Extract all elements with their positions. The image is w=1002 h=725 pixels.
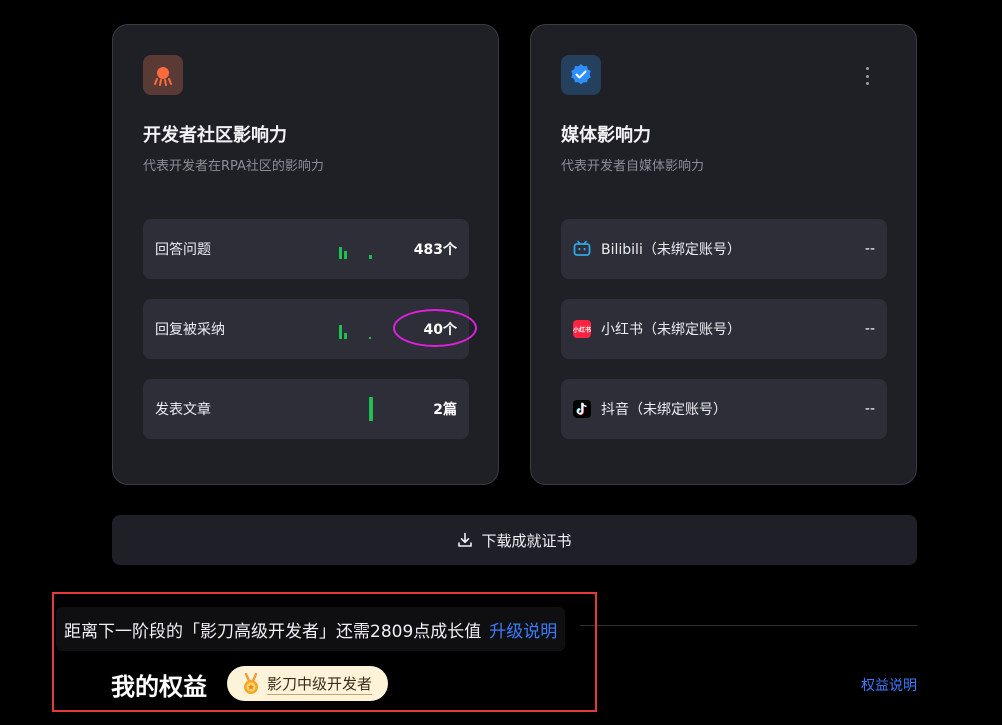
stat-row-accepted: 回复被采纳 40个 <box>143 299 477 359</box>
medal-icon <box>143 55 183 95</box>
media-label: 抖音（未绑定账号） <box>601 402 727 418</box>
media-label: 小红书（未绑定账号） <box>601 322 741 338</box>
card-title: 媒体影响力 <box>561 125 651 146</box>
download-icon <box>458 532 473 547</box>
more-options-icon[interactable] <box>862 67 872 85</box>
stat-value: 2篇 <box>433 402 457 418</box>
douyin-icon <box>573 400 591 418</box>
growth-notice: 距离下一阶段的「影刀高级开发者」还需2809点成长值 升级说明 <box>56 607 566 651</box>
upgrade-info-link[interactable]: 升级说明 <box>489 617 557 642</box>
media-value: -- <box>864 401 875 417</box>
stat-value: 483个 <box>413 242 457 258</box>
stat-row-answers: 回答问题 483个 <box>143 219 469 279</box>
rights-info-link[interactable]: 权益说明 <box>861 675 917 695</box>
medal-icon <box>244 672 258 694</box>
card-subtitle: 代表开发者自媒体影响力 <box>561 159 705 174</box>
sparkline <box>369 397 373 421</box>
download-certificate-button[interactable]: 下载成就证书 <box>112 515 917 565</box>
media-row-xiaohongshu[interactable]: 小红书 小红书（未绑定账号） -- <box>561 299 887 359</box>
media-row-douyin[interactable]: 抖音（未绑定账号） -- <box>561 379 887 439</box>
stat-label: 回答问题 <box>155 242 211 258</box>
developer-influence-card: 开发者社区影响力 代表开发者在RPA社区的影响力 回答问题 483个 回复被采纳… <box>112 24 499 485</box>
section-divider <box>580 625 917 626</box>
notice-text: 距离下一阶段的「影刀高级开发者」还需2809点成长值 <box>64 621 482 642</box>
verified-icon <box>561 55 601 95</box>
rights-title: 我的权益 <box>111 673 207 701</box>
media-label: Bilibili（未绑定账号） <box>601 242 741 258</box>
bilibili-icon <box>573 240 591 258</box>
stat-row-articles: 发表文章 2篇 <box>143 379 469 439</box>
sparkline <box>339 325 371 339</box>
badge-label: 影刀中级开发者 <box>267 674 373 695</box>
level-badge: 影刀中级开发者 <box>227 666 389 701</box>
stat-label: 发表文章 <box>155 402 211 418</box>
media-influence-card: 媒体影响力 代表开发者自媒体影响力 Bilibili（未绑定账号） -- 小红书… <box>530 24 917 485</box>
sparkline <box>339 247 372 259</box>
card-subtitle: 代表开发者在RPA社区的影响力 <box>143 159 324 174</box>
media-row-bilibili[interactable]: Bilibili（未绑定账号） -- <box>561 219 887 279</box>
stat-label: 回复被采纳 <box>155 322 225 338</box>
media-value: -- <box>864 241 875 257</box>
card-title: 开发者社区影响力 <box>143 125 287 146</box>
highlight-annotation <box>393 309 477 347</box>
download-label: 下载成就证书 <box>481 531 572 550</box>
media-value: -- <box>864 321 875 337</box>
xiaohongshu-icon: 小红书 <box>573 320 591 338</box>
